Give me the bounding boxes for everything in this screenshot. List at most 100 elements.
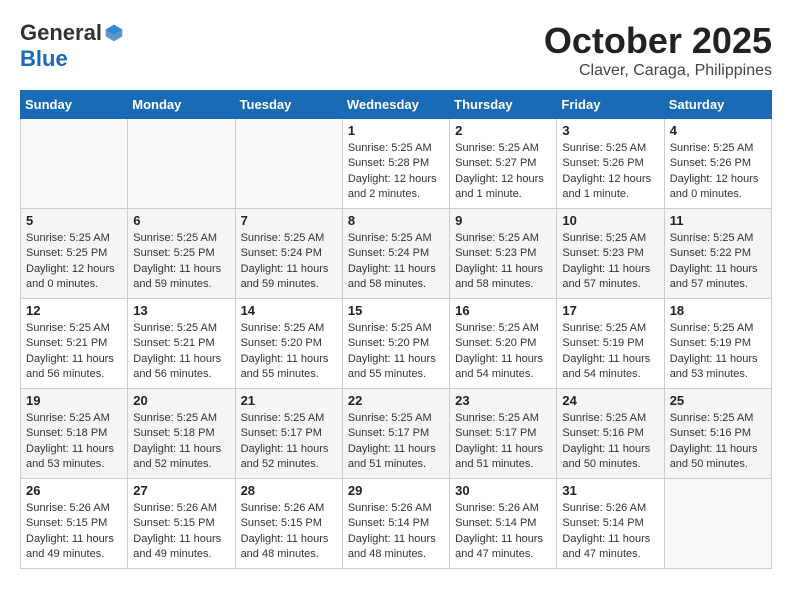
cell-info-line: Sunrise: 5:25 AM xyxy=(26,411,122,426)
cell-info-line: Sunset: 5:14 PM xyxy=(455,516,551,531)
calendar-week-row: 26Sunrise: 5:26 AMSunset: 5:15 PMDayligh… xyxy=(21,479,772,569)
day-number: 17 xyxy=(562,303,658,318)
page-header: General Blue October 2025 Claver, Caraga… xyxy=(20,20,772,80)
calendar-week-row: 1Sunrise: 5:25 AMSunset: 5:28 PMDaylight… xyxy=(21,119,772,209)
cell-info-line: Sunset: 5:15 PM xyxy=(26,516,122,531)
calendar-cell: 13Sunrise: 5:25 AMSunset: 5:21 PMDayligh… xyxy=(128,299,235,389)
calendar-cell: 24Sunrise: 5:25 AMSunset: 5:16 PMDayligh… xyxy=(557,389,664,479)
cell-info-line: Daylight: 11 hours and 48 minutes. xyxy=(241,532,337,563)
day-number: 9 xyxy=(455,213,551,228)
day-number: 23 xyxy=(455,393,551,408)
day-header-wednesday: Wednesday xyxy=(342,91,449,119)
logo: General Blue xyxy=(20,20,124,72)
cell-info-line: Daylight: 11 hours and 54 minutes. xyxy=(455,352,551,383)
calendar-cell: 27Sunrise: 5:26 AMSunset: 5:15 PMDayligh… xyxy=(128,479,235,569)
cell-info-line: Sunrise: 5:25 AM xyxy=(455,411,551,426)
day-number: 5 xyxy=(26,213,122,228)
calendar-cell: 17Sunrise: 5:25 AMSunset: 5:19 PMDayligh… xyxy=(557,299,664,389)
day-number: 24 xyxy=(562,393,658,408)
calendar-cell xyxy=(664,479,771,569)
cell-info-line: Daylight: 11 hours and 59 minutes. xyxy=(241,262,337,293)
calendar-cell xyxy=(21,119,128,209)
cell-info-line: Sunrise: 5:25 AM xyxy=(562,321,658,336)
day-number: 16 xyxy=(455,303,551,318)
cell-info-line: Sunrise: 5:25 AM xyxy=(562,411,658,426)
cell-info-line: Daylight: 12 hours and 0 minutes. xyxy=(670,172,766,203)
cell-info-line: Sunset: 5:25 PM xyxy=(133,246,229,261)
cell-info-line: Daylight: 12 hours and 0 minutes. xyxy=(26,262,122,293)
calendar-cell: 29Sunrise: 5:26 AMSunset: 5:14 PMDayligh… xyxy=(342,479,449,569)
logo-icon xyxy=(104,23,124,43)
cell-info-line: Sunset: 5:15 PM xyxy=(133,516,229,531)
cell-info-line: Daylight: 11 hours and 57 minutes. xyxy=(562,262,658,293)
cell-info-line: Daylight: 11 hours and 49 minutes. xyxy=(26,532,122,563)
cell-info-line: Daylight: 11 hours and 54 minutes. xyxy=(562,352,658,383)
day-number: 6 xyxy=(133,213,229,228)
cell-info-line: Daylight: 11 hours and 58 minutes. xyxy=(455,262,551,293)
day-number: 11 xyxy=(670,213,766,228)
month-title: October 2025 xyxy=(544,20,772,62)
day-number: 31 xyxy=(562,483,658,498)
cell-info-line: Sunrise: 5:25 AM xyxy=(26,321,122,336)
cell-info-line: Sunset: 5:18 PM xyxy=(133,426,229,441)
cell-info-line: Sunset: 5:17 PM xyxy=(241,426,337,441)
day-number: 14 xyxy=(241,303,337,318)
cell-info-line: Sunset: 5:26 PM xyxy=(562,156,658,171)
day-number: 28 xyxy=(241,483,337,498)
calendar-cell: 5 Sunrise: 5:25 AMSunset: 5:25 PMDaylight… xyxy=(21,209,128,299)
cell-info-line: Sunrise: 5:25 AM xyxy=(348,231,444,246)
day-number: 8 xyxy=(348,213,444,228)
cell-info-line: Sunrise: 5:25 AM xyxy=(26,231,122,246)
calendar-cell: 6Sunrise: 5:25 AMSunset: 5:25 PMDaylight… xyxy=(128,209,235,299)
calendar-cell: 7Sunrise: 5:25 AMSunset: 5:24 PMDaylight… xyxy=(235,209,342,299)
cell-info-line: Sunrise: 5:26 AM xyxy=(348,501,444,516)
cell-info-line: Daylight: 11 hours and 58 minutes. xyxy=(348,262,444,293)
calendar-cell: 21 Sunrise: 5:25 AMSunset: 5:17 PMDayligh… xyxy=(235,389,342,479)
day-number: 21 xyxy=(241,393,337,408)
cell-info-line: Sunrise: 5:25 AM xyxy=(133,231,229,246)
cell-info-line: Sunset: 5:25 PM xyxy=(26,246,122,261)
calendar-table: SundayMondayTuesdayWednesdayThursdayFrid… xyxy=(20,90,772,569)
cell-info-line: Sunset: 5:26 PM xyxy=(670,156,766,171)
cell-info-line: Daylight: 11 hours and 51 minutes. xyxy=(455,442,551,473)
cell-info-line: Sunrise: 5:25 AM xyxy=(455,141,551,156)
calendar-cell xyxy=(128,119,235,209)
calendar-cell: 26Sunrise: 5:26 AMSunset: 5:15 PMDayligh… xyxy=(21,479,128,569)
calendar-cell: 8Sunrise: 5:25 AMSunset: 5:24 PMDaylight… xyxy=(342,209,449,299)
cell-info-line: Sunset: 5:20 PM xyxy=(455,336,551,351)
cell-info-line: Sunrise: 5:25 AM xyxy=(562,231,658,246)
calendar-cell: 9Sunrise: 5:25 AMSunset: 5:23 PMDaylight… xyxy=(450,209,557,299)
cell-info-line: Sunrise: 5:25 AM xyxy=(348,141,444,156)
cell-info-line: Daylight: 11 hours and 53 minutes. xyxy=(670,352,766,383)
cell-info-line: Daylight: 11 hours and 52 minutes. xyxy=(241,442,337,473)
cell-info-line: Sunset: 5:20 PM xyxy=(348,336,444,351)
calendar-cell: 25Sunrise: 5:25 AMSunset: 5:16 PMDayligh… xyxy=(664,389,771,479)
logo-blue-text: Blue xyxy=(20,46,68,72)
calendar-header-row: SundayMondayTuesdayWednesdayThursdayFrid… xyxy=(21,91,772,119)
calendar-cell: 14Sunrise: 5:25 AMSunset: 5:20 PMDayligh… xyxy=(235,299,342,389)
cell-info-line: Sunset: 5:24 PM xyxy=(241,246,337,261)
cell-info-line: Sunrise: 5:26 AM xyxy=(562,501,658,516)
cell-info-line: Sunrise: 5:25 AM xyxy=(562,141,658,156)
cell-info-line: Daylight: 11 hours and 53 minutes. xyxy=(26,442,122,473)
day-number: 7 xyxy=(241,213,337,228)
cell-info-line: Sunset: 5:23 PM xyxy=(455,246,551,261)
cell-info-line: Daylight: 11 hours and 50 minutes. xyxy=(562,442,658,473)
cell-info-line: Sunrise: 5:26 AM xyxy=(133,501,229,516)
cell-info-line: Sunrise: 5:25 AM xyxy=(670,141,766,156)
calendar-week-row: 5Sunrise: 5:25 AMSunset: 5:25 PMDaylight… xyxy=(21,209,772,299)
title-block: October 2025 Claver, Caraga, Philippines xyxy=(544,20,772,80)
cell-info-line: Sunset: 5:21 PM xyxy=(133,336,229,351)
day-number: 2 xyxy=(455,123,551,138)
cell-info-line: Sunrise: 5:25 AM xyxy=(348,321,444,336)
calendar-cell: 30Sunrise: 5:26 AMSunset: 5:14 PMDayligh… xyxy=(450,479,557,569)
calendar-cell: 31Sunrise: 5:26 AMSunset: 5:14 PMDayligh… xyxy=(557,479,664,569)
calendar-cell: 15Sunrise: 5:25 AMSunset: 5:20 PMDayligh… xyxy=(342,299,449,389)
cell-info-line: Sunrise: 5:25 AM xyxy=(241,411,337,426)
day-header-saturday: Saturday xyxy=(664,91,771,119)
calendar-cell: 16Sunrise: 5:25 AMSunset: 5:20 PMDayligh… xyxy=(450,299,557,389)
location-text: Claver, Caraga, Philippines xyxy=(544,62,772,80)
calendar-cell: 1Sunrise: 5:25 AMSunset: 5:28 PMDaylight… xyxy=(342,119,449,209)
cell-info-line: Daylight: 11 hours and 56 minutes. xyxy=(26,352,122,383)
day-number: 26 xyxy=(26,483,122,498)
